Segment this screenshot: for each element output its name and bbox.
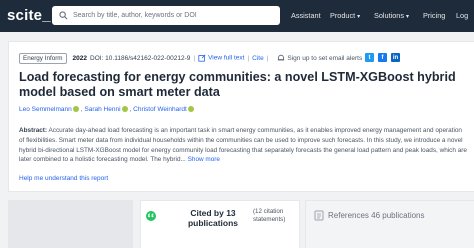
references-count: References 46 publications <box>328 211 425 220</box>
cited-by-tab[interactable]: Cited by 13 publications (12 citation st… <box>140 200 300 248</box>
paper-meta-row: Energy Inform 2022 DOI: 10.1186/s42162-0… <box>19 52 362 64</box>
paper-title: Load forecasting for energy communities:… <box>19 70 456 99</box>
abstract-label: Abstract: <box>19 127 48 134</box>
references-tab[interactable]: References 46 publications <box>305 200 474 248</box>
search-placeholder: Search by title, author, keywords or DOI <box>73 12 197 19</box>
top-navigation-bar: scite_ Search by title, author, keywords… <box>0 0 474 32</box>
nav-product-label: Product <box>330 11 356 20</box>
nav-pricing[interactable]: Pricing <box>423 11 445 20</box>
view-full-text-link[interactable]: View full text <box>198 54 244 62</box>
show-more-link[interactable]: Show more <box>188 156 220 163</box>
journal-badge[interactable]: Energy Inform <box>19 52 67 64</box>
divider: | <box>247 54 250 62</box>
divider: | <box>193 54 196 62</box>
abstract-text: Accurate day-ahead load forecasting is a… <box>19 127 467 164</box>
cite-link[interactable]: Cite <box>252 55 264 62</box>
author-list: Leo Semmelmann, Sarah Henni, Christof We… <box>19 106 196 113</box>
bell-icon <box>278 54 285 61</box>
view-full-text-label: View full text <box>208 54 245 62</box>
divider: | <box>266 54 269 62</box>
help-understand-link[interactable]: Help me understand this report <box>19 175 108 182</box>
facebook-icon[interactable]: f <box>378 53 387 62</box>
orcid-icon[interactable] <box>72 106 79 113</box>
linkedin-icon[interactable]: in <box>391 53 400 62</box>
paper-card: Energy Inform 2022 DOI: 10.1186/s42162-0… <box>8 41 474 192</box>
nav-product[interactable]: Product ▾ <box>330 11 360 20</box>
share-buttons: t f in <box>365 53 400 62</box>
doi-text[interactable]: DOI: 10.1186/s42162-022-00212-9 <box>90 55 190 62</box>
left-panel <box>8 200 133 248</box>
nav-solutions-label: Solutions <box>374 11 405 20</box>
publication-year: 2022 <box>72 54 88 62</box>
twitter-icon[interactable]: t <box>365 53 374 62</box>
orcid-icon[interactable] <box>187 106 194 113</box>
quote-bubble-icon <box>146 211 156 221</box>
abstract: Abstract: Accurate day-ahead load foreca… <box>19 126 469 165</box>
email-alert-label: Sign up to set email alerts <box>287 54 363 62</box>
external-link-icon <box>198 54 206 62</box>
chevron-down-icon: ▾ <box>357 14 361 20</box>
email-alert-link[interactable]: Sign up to set email alerts <box>277 54 362 62</box>
document-icon <box>314 210 324 221</box>
search-input[interactable]: Search by title, author, keywords or DOI <box>52 6 280 25</box>
orcid-icon[interactable] <box>121 106 128 113</box>
chevron-down-icon: ▾ <box>406 14 410 20</box>
nav-assistant[interactable]: Assistant <box>291 11 321 20</box>
author-link[interactable]: Christof Weinhardt <box>133 106 187 113</box>
nav-login[interactable]: Log <box>456 11 468 20</box>
author-link[interactable]: Leo Semmelmann <box>19 106 72 113</box>
author-link[interactable]: Sarah Henni <box>84 106 120 113</box>
search-icon <box>56 9 70 23</box>
nav-solutions[interactable]: Solutions ▾ <box>374 11 409 20</box>
logo[interactable]: scite_ <box>7 7 51 24</box>
citation-statements: (12 citation statements) <box>253 208 286 223</box>
cited-by-count: Cited by 13 publications <box>187 208 239 228</box>
